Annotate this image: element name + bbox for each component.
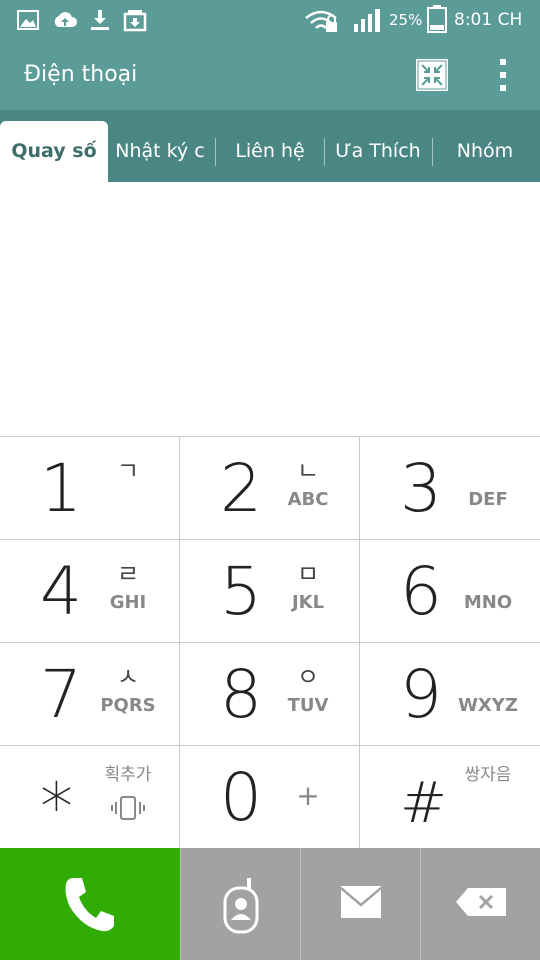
- key-digit: 6: [400, 553, 442, 630]
- key-0[interactable]: 0 +: [180, 746, 360, 849]
- key-hangul: ㅇ: [296, 663, 320, 691]
- key-letters: MNO: [463, 592, 513, 613]
- backspace-icon: [454, 886, 508, 922]
- status-bar: 25% 8:01 CH: [0, 0, 540, 40]
- key-digit: 2: [220, 450, 262, 527]
- tab-separator: [215, 138, 216, 166]
- tab-favorites[interactable]: Ưa Thích: [326, 121, 430, 182]
- key-hangul: ㄹ: [116, 560, 140, 588]
- key-5[interactable]: 5 ㅁ JKL: [180, 540, 360, 643]
- tab-separator: [432, 138, 433, 166]
- key-letters: GHI: [109, 592, 147, 613]
- key-hangul: ㄱ: [116, 457, 140, 485]
- key-1[interactable]: 1 ㄱ: [0, 437, 180, 540]
- key-digit: 1: [40, 450, 82, 527]
- key-digit: 4: [40, 553, 82, 630]
- key-digit: 7: [40, 656, 82, 733]
- key-digit: 3: [400, 450, 442, 527]
- clock: 8:01 CH: [454, 10, 523, 30]
- tab-dial[interactable]: Quay số: [0, 121, 108, 182]
- key-9[interactable]: 9 WXYZ: [360, 643, 540, 746]
- key-4[interactable]: 4 ㄹ GHI: [0, 540, 180, 643]
- battery-percent: 25%: [389, 11, 423, 29]
- package-icon: [122, 8, 148, 36]
- collapse-icon[interactable]: [414, 57, 450, 93]
- action-row: [0, 848, 540, 960]
- tab-contacts[interactable]: Liên hệ: [218, 121, 322, 182]
- phone-icon: [62, 874, 118, 938]
- key-digit: *: [40, 769, 73, 846]
- message-button[interactable]: [300, 848, 420, 960]
- key-letters: JKL: [291, 592, 325, 613]
- key-hangul: ㄴ: [296, 457, 320, 485]
- key-3[interactable]: 3 DEF: [360, 437, 540, 540]
- key-plus: +: [296, 779, 320, 812]
- tab-bar: Quay số Nhật ký c Liên hệ Ưa Thích Nhóm: [0, 110, 540, 182]
- voicemail-button[interactable]: [180, 848, 300, 960]
- key-2[interactable]: 2 ㄴ ABC: [180, 437, 360, 540]
- backspace-button[interactable]: [420, 848, 540, 960]
- key-digit: 0: [220, 759, 262, 836]
- signal-icon: [352, 8, 384, 38]
- key-letters: TUV: [287, 695, 329, 716]
- key-digit: 9: [400, 656, 442, 733]
- cloud-upload-icon: [52, 8, 78, 36]
- key-digit: #: [400, 771, 447, 836]
- key-digit: 8: [220, 656, 262, 733]
- key-letters: DEF: [468, 489, 508, 510]
- app-header: Điện thoại: [0, 40, 540, 110]
- key-letters: ABC: [287, 489, 329, 510]
- dial-number-display[interactable]: [0, 182, 540, 436]
- vibrate-icon: [98, 794, 158, 826]
- dial-keypad: 1 ㄱ 2 ㄴ ABC 3 DEF 4 ㄹ GHI 5 ㅁ JKL 6 MNO …: [0, 436, 540, 849]
- key-hangul: 획추가: [104, 765, 152, 785]
- download-icon: [88, 8, 112, 36]
- key-hash[interactable]: # 쌍자음: [360, 746, 540, 849]
- key-7[interactable]: 7 ㅅ PQRS: [0, 643, 180, 746]
- key-hangul: ㅁ: [296, 560, 320, 588]
- key-hangul: ㅅ: [116, 663, 140, 691]
- more-vertical-icon[interactable]: [493, 57, 513, 93]
- key-6[interactable]: 6 MNO: [360, 540, 540, 643]
- voicemail-icon: [221, 876, 261, 938]
- key-hangul: 쌍자음: [464, 765, 512, 785]
- wifi-lock-icon: [304, 8, 340, 38]
- tab-call-log[interactable]: Nhật ký c: [108, 121, 212, 182]
- key-digit: 5: [220, 553, 262, 630]
- key-letters: PQRS: [100, 695, 156, 716]
- image-icon: [16, 8, 40, 36]
- tab-separator: [324, 138, 325, 166]
- battery-icon: [427, 5, 447, 37]
- tab-groups[interactable]: Nhóm: [434, 121, 536, 182]
- key-8[interactable]: 8 ㅇ TUV: [180, 643, 360, 746]
- key-star[interactable]: * 획추가: [0, 746, 180, 849]
- key-letters: WXYZ: [458, 695, 518, 716]
- message-icon: [339, 884, 383, 924]
- app-title: Điện thoại: [24, 62, 138, 87]
- call-button[interactable]: [0, 848, 180, 960]
